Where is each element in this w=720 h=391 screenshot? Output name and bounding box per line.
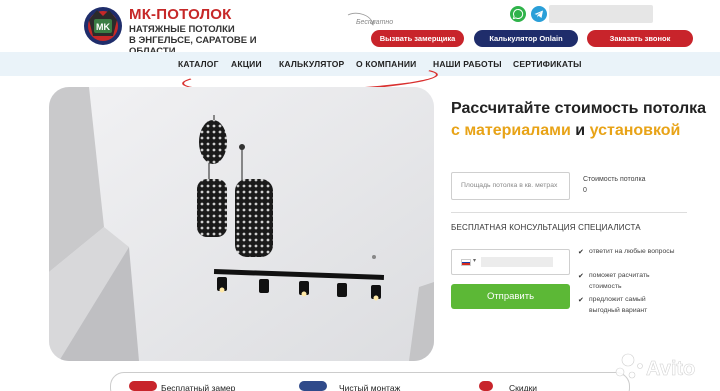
calculator-heading: Рассчитайте стоимость потолка с материал… <box>451 98 711 141</box>
phone-input[interactable]: ▾ <box>451 249 570 275</box>
watermark-text: Avito <box>646 358 695 380</box>
whatsapp-icon[interactable] <box>510 6 526 22</box>
ceiling-photo <box>49 87 434 361</box>
brand-name[interactable]: МК-ПОТОЛОК <box>129 6 232 23</box>
free-note: Бесплатно <box>356 19 394 26</box>
telegram-icon[interactable] <box>531 6 547 22</box>
nav-item-our-works[interactable]: НАШИ РАБОТЫ <box>433 59 502 69</box>
benefit-item: ✔ ответит на любые вопросы <box>578 247 678 258</box>
benefit-item: ✔ предложит самый выгодный вариант <box>578 295 678 316</box>
heading-accent-materials: с материалами <box>451 121 571 139</box>
header-phone[interactable] <box>549 5 653 23</box>
call-measurer-button[interactable]: Вызвать замерщика <box>371 30 464 47</box>
russia-flag-icon[interactable] <box>461 259 471 266</box>
logo-icon[interactable]: MK <box>83 6 123 46</box>
divider <box>451 212 687 213</box>
features-bar: Бесплатный замер Чистый монтаж Скидки <box>110 372 630 391</box>
submit-button[interactable]: Отправить <box>451 284 570 309</box>
page: MK МК-ПОТОЛОК НАТЯЖНЫЕ ПОТОЛКИ В ЭНГЕЛЬС… <box>0 0 720 391</box>
benefit-text: ответит на любые вопросы <box>589 248 675 255</box>
cost-value: 0 <box>583 187 587 194</box>
feature-clean-install: Чистый монтаж <box>339 383 401 391</box>
consultation-heading: БЕСПЛАТНАЯ КОНСУЛЬТАЦИЯ СПЕЦИАЛИСТА <box>451 223 641 232</box>
check-icon: ✔ <box>578 273 584 280</box>
check-icon: ✔ <box>578 249 584 256</box>
site-header: MK МК-ПОТОЛОК НАТЯЖНЫЕ ПОТОЛКИ В ЭНГЕЛЬС… <box>0 0 720 57</box>
discount-icon <box>479 381 493 391</box>
logo-text: MK <box>96 22 110 32</box>
heading-accent-installation: установкой <box>589 121 681 139</box>
cost-label: Стоимость потолка <box>583 176 646 183</box>
tagline-line-1: НАТЯЖНЫЕ ПОТОЛКИ <box>129 24 235 35</box>
feature-free-measure: Бесплатный замер <box>161 383 236 391</box>
online-calculator-button[interactable]: Калькулятор Onlain <box>474 30 578 47</box>
chevron-down-icon[interactable]: ▾ <box>473 257 476 264</box>
benefit-text: поможет расчитать стоимость <box>589 272 650 290</box>
check-icon: ✔ <box>578 297 584 304</box>
ceiling-area-input[interactable]: Площадь потолка в кв. метрах <box>451 172 570 200</box>
ruler-icon <box>129 381 157 391</box>
feature-discounts: Скидки <box>509 383 538 391</box>
benefit-item: ✔ поможет расчитать стоимость <box>578 271 678 292</box>
ceiling-photo-illustration <box>49 87 434 361</box>
nav-item-promotions[interactable]: АКЦИИ <box>231 59 262 69</box>
heading-text-1: Рассчитайте стоимость потолка <box>451 100 707 117</box>
avito-watermark: Avito <box>615 353 696 380</box>
nav-item-certificates[interactable]: СЕРТИФИКАТЫ <box>513 59 582 69</box>
benefit-text: предложит самый выгодный вариант <box>589 296 648 314</box>
phone-input-value <box>481 257 553 267</box>
nav-item-catalog[interactable]: КАТАЛОГ <box>178 59 219 69</box>
request-call-button[interactable]: Заказать звонок <box>587 30 693 47</box>
heading-text-2: и <box>570 121 590 139</box>
toolbox-icon <box>299 381 327 391</box>
